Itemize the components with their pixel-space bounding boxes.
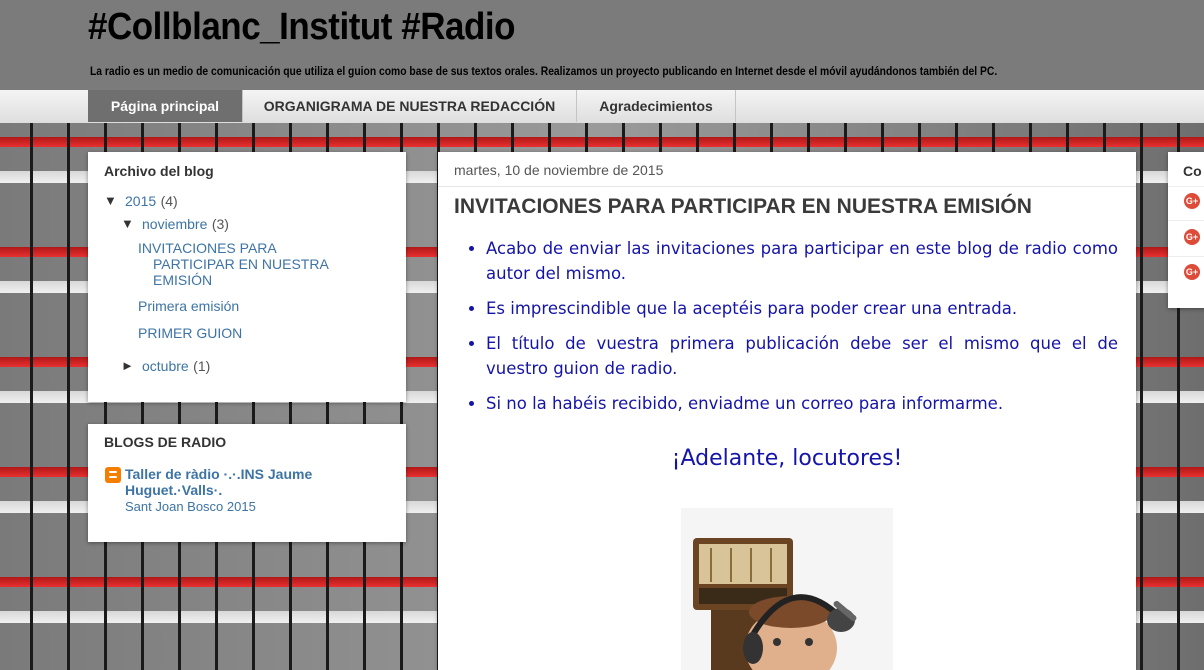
blog-list-widget: BLOGS DE RADIO Taller de ràdio ·.·.INS J… [88,424,406,542]
list-item: Si no la habéis recibido, enviadme un co… [486,391,1118,416]
archive-month-count-octubre: (1) [193,358,211,374]
divider [1168,256,1204,257]
followers-widget-title: Co [1183,163,1202,179]
page-tabs: Página principal ORGANIGRAMA DE NUESTRA … [0,90,1204,124]
archive-month-link-octubre[interactable]: octubre [142,358,189,374]
blog-post: martes, 10 de noviembre de 2015 INVITACI… [438,152,1136,670]
month-toggle-icon[interactable]: ▼ [121,216,134,231]
blog-title[interactable]: #Collblanc_Institut #Radio [88,6,515,49]
year-toggle-icon[interactable]: ▼ [104,193,117,208]
blog-description: La radio es un medio de comunicación que… [90,64,998,78]
post-title[interactable]: INVITACIONES PARA PARTICIPAR EN NUESTRA … [454,195,1032,219]
archive-month-count-noviembre: (3) [211,216,229,232]
followers-widget: Co G+ G+ G+ [1168,152,1204,308]
archive-widget: Archivo del blog ▼ 2015 (4) ▼ noviembre … [88,152,406,402]
list-item: El título de vuestra primera publicación… [486,331,1118,381]
archive-post-link-primera-emision[interactable]: Primera emisión [138,298,239,314]
tab-pagina-principal[interactable]: Página principal [88,90,243,122]
tab-organigrama[interactable]: ORGANIGRAMA DE NUESTRA REDACCIÓN [243,90,577,122]
archive-month-link-noviembre[interactable]: noviembre [142,216,207,232]
blog-list-link[interactable]: Taller de ràdio ·.·.INS Jaume Huguet.·Va… [125,466,312,498]
blogger-icon [105,467,121,483]
archive-post-link-primer-guion[interactable]: PRIMER GUION [138,325,242,341]
archive-year: 2015 (4) [125,193,178,211]
google-plus-icon[interactable]: G+ [1184,193,1200,209]
archive-month-closed: octubre (1) [142,358,210,376]
archive-month-open: noviembre (3) [142,216,229,234]
archive-year-count: (4) [160,193,178,209]
google-plus-icon[interactable]: G+ [1184,264,1200,280]
month-collapsed-toggle-icon[interactable]: ► [121,358,134,373]
archive-title: Archivo del blog [104,163,214,179]
divider [1168,220,1204,221]
archive-post-link-invitaciones[interactable]: INVITACIONES PARA PARTICIPAR EN NUESTRA … [138,240,329,288]
list-item: Acabo de enviar las invitaciones para pa… [486,236,1118,286]
blog-list-title: BLOGS DE RADIO [104,434,227,450]
tab-agradecimientos[interactable]: Agradecimientos [577,90,736,122]
google-plus-icon[interactable]: G+ [1184,229,1200,245]
date-divider [438,186,1136,187]
archive-post-line-2: PARTICIPAR EN NUESTRA [153,256,329,272]
post-image[interactable] [681,508,893,670]
archive-post-line-1: INVITACIONES PARA [138,240,277,256]
post-bullet-list: Acabo de enviar las invitaciones para pa… [454,236,1118,426]
blog-list-link-line-2: Huguet.·Valls·. [125,482,223,498]
post-closing-line: ¡Adelante, locutores! [671,446,903,471]
blog-header: #Collblanc_Institut #Radio La radio es u… [0,0,1204,90]
blog-list-link-line-1: Taller de ràdio ·.·.INS Jaume [125,466,313,482]
blog-list-item-subtitle: Sant Joan Bosco 2015 [125,499,256,514]
divider [1168,186,1204,187]
archive-year-link[interactable]: 2015 [125,193,156,209]
list-item: Es imprescindible que la aceptéis para p… [486,296,1118,321]
post-date: martes, 10 de noviembre de 2015 [454,162,664,178]
archive-post-line-3: EMISIÓN [153,272,213,288]
